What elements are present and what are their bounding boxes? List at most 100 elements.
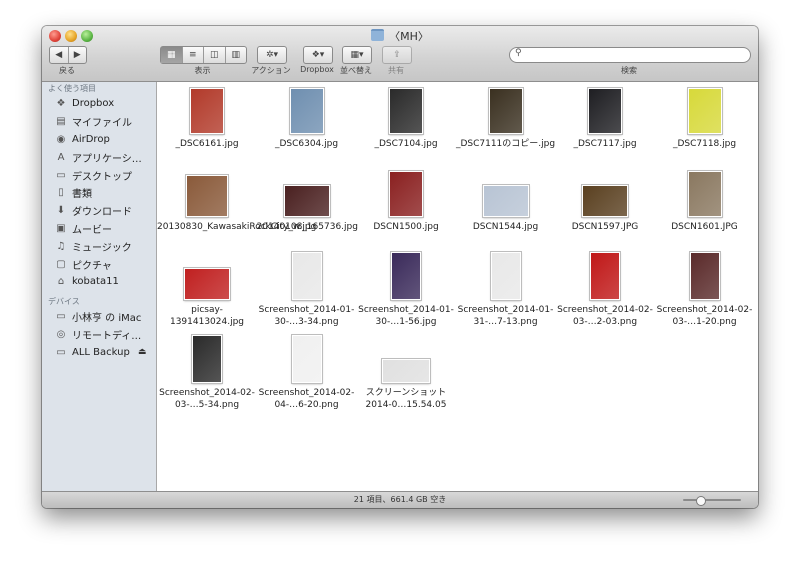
file-item[interactable]: 20130830_KawasakiRockCity_w.jpg bbox=[157, 169, 317, 233]
file-name: DSCN1601.JPG bbox=[671, 222, 738, 232]
file-name: DSCN1597.JPG bbox=[571, 222, 639, 232]
sidebar-item-applications[interactable]: A アプリケーシ… bbox=[42, 148, 156, 166]
applications-icon: A bbox=[57, 151, 65, 163]
thumbnail-frame bbox=[157, 169, 257, 218]
file-name: Screenshot_2014-01-30-…3-34.png bbox=[258, 305, 355, 327]
list-view-button[interactable]: ≡ bbox=[183, 47, 204, 63]
back-button[interactable]: ◀ bbox=[50, 47, 69, 63]
arrange-button[interactable]: ▦▾ bbox=[342, 46, 372, 64]
file-thumbnail bbox=[282, 184, 331, 218]
share-label: 共有 bbox=[388, 66, 404, 75]
window-title: 〈MH〉 bbox=[42, 28, 758, 44]
file-name: picsay-1391413024.jpg bbox=[169, 305, 245, 327]
column-view-button[interactable]: ◫ bbox=[204, 47, 226, 63]
file-name: DSCN1544.jpg bbox=[472, 222, 539, 232]
file-item[interactable]: Screenshot_2014-02-03-…2-03.png bbox=[555, 251, 655, 328]
file-item[interactable]: _DSC7111のコピー.jpg bbox=[456, 86, 556, 150]
dropbox-button[interactable]: ❖▾ bbox=[303, 46, 333, 64]
sidebar-item-label: Dropbox bbox=[72, 98, 115, 110]
share-button[interactable]: ⇪ bbox=[382, 46, 412, 64]
file-item[interactable]: スクリーンショット2014-0…15.54.05 bbox=[356, 335, 456, 411]
file-name: 20130830_KawasakiRockCity_w.jpg bbox=[157, 222, 317, 232]
file-item[interactable]: Screenshot_2014-02-03-…5-34.png bbox=[157, 334, 257, 411]
status-text: 21 項目、661.4 GB 空き bbox=[353, 495, 447, 504]
desktop-icon: ▭ bbox=[56, 169, 66, 181]
file-item[interactable]: _DSC7104.jpg bbox=[356, 86, 456, 150]
file-thumbnail bbox=[481, 184, 530, 218]
file-thumbnail bbox=[587, 87, 623, 135]
file-item[interactable]: _DSC7118.jpg bbox=[655, 86, 755, 150]
thumbnail-frame bbox=[356, 335, 456, 384]
sidebar-item-drive[interactable]: ▭ ALL Backup ⏏ bbox=[42, 343, 156, 361]
sidebar-item-label: ミュージック bbox=[72, 242, 132, 254]
icon-size-slider[interactable] bbox=[683, 496, 741, 506]
dropbox-icon: ❖▾ bbox=[311, 50, 325, 60]
file-item[interactable]: Screenshot_2014-02-04-…6-20.png bbox=[257, 334, 357, 411]
sidebar-item-remote-disc[interactable]: ◎ リモートディ… bbox=[42, 326, 156, 344]
file-name: _DSC7117.jpg bbox=[573, 139, 637, 149]
slider-track bbox=[683, 499, 741, 501]
sidebar-item-dropbox[interactable]: ❖ Dropbox bbox=[42, 95, 156, 113]
file-thumbnail bbox=[290, 251, 323, 301]
sidebar-item-label: デスクトップ bbox=[72, 171, 132, 183]
file-item[interactable]: DSCN1500.jpg bbox=[356, 169, 456, 233]
sidebar-item-label: 書類 bbox=[72, 189, 92, 201]
coverflow-view-button[interactable]: ▥ bbox=[226, 47, 247, 63]
file-item[interactable]: DSCN1601.JPG bbox=[655, 169, 755, 233]
thumbnail-frame bbox=[257, 334, 357, 384]
sidebar: よく使う項目 ❖ Dropbox ▤ マイファイル ◉ AirDrop A アプリケーシ… ▭ デス… bbox=[42, 82, 157, 492]
file-item[interactable]: _DSC6304.jpg bbox=[257, 86, 357, 150]
sidebar-item-label: マイファイル bbox=[72, 118, 132, 130]
icon-view-button[interactable]: ▦ bbox=[161, 47, 183, 63]
sidebar-item-all-files[interactable]: ▤ マイファイル bbox=[42, 113, 156, 131]
file-thumbnail bbox=[581, 184, 629, 218]
slider-knob[interactable] bbox=[695, 496, 706, 506]
share-icon: ⇪ bbox=[393, 50, 401, 60]
thumbnail-frame bbox=[655, 86, 755, 135]
thumbnail-frame bbox=[157, 86, 257, 135]
file-name: _DSC7111のコピー.jpg bbox=[455, 139, 556, 149]
back-forward-control: ◀ ▶ bbox=[49, 46, 87, 64]
sidebar-item-airdrop[interactable]: ◉ AirDrop bbox=[42, 131, 156, 149]
file-thumbnail bbox=[288, 87, 325, 135]
toolbar: 〈MH〉 ◀ ▶ 戻る ▦ ≡ ◫ ▥ 表示 ✲▾ アクション ❖▾ Dropb… bbox=[42, 26, 758, 82]
view-control: ▦ ≡ ◫ ▥ bbox=[160, 46, 247, 64]
sidebar-item-home[interactable]: ⌂ kobata11 bbox=[42, 273, 156, 291]
remote-disc-icon: ◎ bbox=[56, 328, 66, 340]
file-name: _DSC6304.jpg bbox=[274, 139, 339, 149]
file-item[interactable]: picsay-1391413024.jpg bbox=[157, 252, 257, 328]
file-item[interactable]: Screenshot_2014-01-30-…3-34.png bbox=[257, 251, 357, 328]
file-item[interactable]: Screenshot_2014-01-31-…7-13.png bbox=[456, 251, 556, 328]
file-name: _DSC7118.jpg bbox=[672, 139, 737, 149]
action-button[interactable]: ✲▾ bbox=[257, 46, 287, 64]
thumbnail-frame bbox=[456, 169, 556, 218]
sidebar-item-documents[interactable]: ▯ 書類 bbox=[42, 184, 156, 202]
sidebar-item-pictures[interactable]: ▢ ピクチャ bbox=[42, 255, 156, 273]
file-thumbnail bbox=[487, 87, 524, 135]
search-field[interactable]: ⚲ bbox=[509, 47, 751, 63]
file-item[interactable]: DSCN1597.JPG bbox=[555, 169, 655, 233]
thumbnail-frame bbox=[356, 251, 456, 301]
sidebar-item-downloads[interactable]: ⬇ ダウンロード bbox=[42, 202, 156, 220]
file-name: _DSC6161.jpg bbox=[175, 139, 239, 149]
thumbnail-frame bbox=[456, 86, 556, 135]
file-name: Screenshot_2014-01-31-…7-13.png bbox=[457, 305, 554, 327]
file-name: スクリーンショット2014-0…15.54.05 bbox=[365, 388, 447, 410]
file-item[interactable]: Screenshot_2014-01-30-…1-56.jpg bbox=[356, 251, 456, 328]
forward-button[interactable]: ▶ bbox=[69, 47, 87, 63]
file-item[interactable]: _DSC7117.jpg bbox=[555, 86, 655, 150]
thumbnail-frame bbox=[257, 169, 357, 218]
sidebar-item-music[interactable]: ♫ ミュージック bbox=[42, 237, 156, 255]
file-item[interactable]: _DSC6161.jpg bbox=[157, 86, 257, 150]
file-item[interactable]: DSCN1544.jpg bbox=[456, 169, 556, 233]
file-item[interactable]: 20140108_165736.jpg bbox=[257, 169, 358, 233]
thumbnail-frame bbox=[356, 169, 456, 218]
eject-icon[interactable]: ⏏ bbox=[138, 347, 147, 357]
sidebar-item-movies[interactable]: ▣ ムービー bbox=[42, 220, 156, 238]
sidebar-item-imac[interactable]: ▭ 小林亨 の iMac bbox=[42, 308, 156, 326]
search-icon: ⚲ bbox=[515, 48, 522, 58]
all-files-icon: ▤ bbox=[56, 116, 66, 128]
sidebar-item-desktop[interactable]: ▭ デスクトップ bbox=[42, 166, 156, 184]
arrange-icon: ▦▾ bbox=[350, 50, 364, 60]
file-item[interactable]: Screenshot_2014-02-03-…1-20.png bbox=[655, 251, 755, 328]
